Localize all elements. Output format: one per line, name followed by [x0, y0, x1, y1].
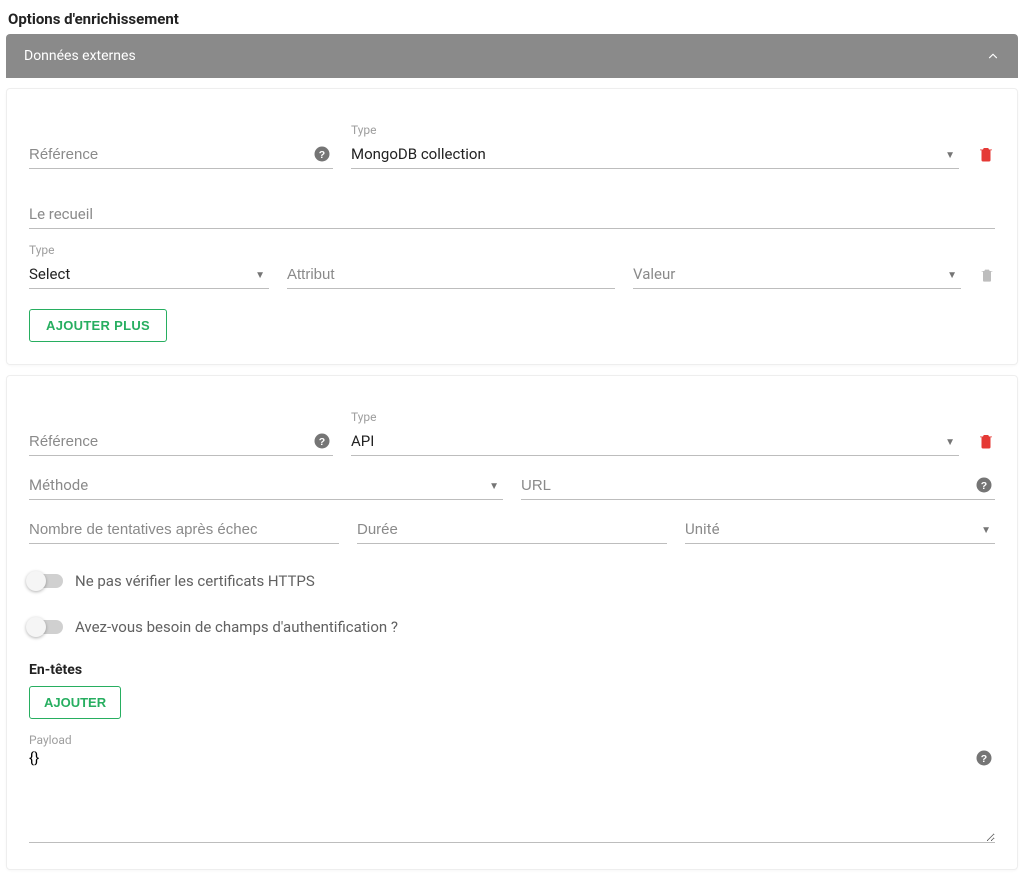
duration-input[interactable] — [357, 515, 667, 544]
svg-text:?: ? — [319, 436, 325, 448]
verify-https-toggle[interactable] — [29, 574, 63, 588]
payload-textarea[interactable] — [29, 747, 995, 843]
accordion-header-external-data[interactable]: Données externes — [6, 34, 1018, 78]
help-icon[interactable]: ? — [975, 476, 993, 494]
add-header-button[interactable]: AJOUTER — [29, 686, 121, 719]
collection-field: Le recueil — [29, 183, 995, 229]
reference-field: ? — [29, 140, 333, 169]
delete-icon[interactable] — [977, 432, 995, 450]
unit-select[interactable]: Unité — [685, 514, 995, 544]
type-label: Type — [351, 410, 959, 424]
page-title: Options d'enrichissement — [6, 0, 1018, 34]
filter-type-label: Type — [29, 243, 269, 257]
svg-text:?: ? — [981, 753, 987, 765]
help-icon[interactable]: ? — [313, 432, 331, 450]
retries-field — [29, 515, 339, 544]
help-icon[interactable]: ? — [313, 145, 331, 163]
collection-input[interactable]: Le recueil — [29, 183, 995, 229]
svg-text:?: ? — [981, 480, 987, 492]
reference-field: ? — [29, 427, 333, 456]
duration-field — [357, 515, 667, 544]
url-input[interactable] — [521, 471, 995, 500]
filter-attribute-input[interactable] — [287, 260, 615, 289]
type-select[interactable]: MongoDB collection — [351, 139, 959, 169]
type-select[interactable]: API — [351, 426, 959, 456]
chevron-up-icon — [986, 49, 1000, 63]
type-field: Type MongoDB collection ▼ — [351, 123, 959, 169]
payload-label: Payload — [29, 733, 995, 747]
auth-label: Avez-vous besoin de champs d'authentific… — [75, 618, 398, 636]
retries-input[interactable] — [29, 515, 339, 544]
enrichment-card-mongodb: ? Type MongoDB collection ▼ Le recueil T… — [6, 88, 1018, 365]
type-label: Type — [351, 123, 959, 137]
reference-input[interactable] — [29, 140, 333, 169]
filter-value-select[interactable]: Valeur — [633, 259, 961, 289]
add-more-button[interactable]: AJOUTER PLUS — [29, 309, 167, 342]
help-icon[interactable]: ? — [975, 749, 993, 767]
auth-toggle[interactable] — [29, 620, 63, 634]
svg-text:?: ? — [319, 149, 325, 161]
unit-field: Unité ▼ — [685, 514, 995, 544]
filter-type-field: Type Select ▼ — [29, 243, 269, 289]
filter-attribute-field — [287, 260, 615, 289]
filter-type-select[interactable]: Select — [29, 259, 269, 289]
delete-icon[interactable] — [977, 145, 995, 163]
headers-heading: En-têtes — [29, 662, 995, 678]
method-field: Méthode ▼ — [29, 470, 503, 500]
method-select[interactable]: Méthode — [29, 470, 503, 500]
delete-icon — [979, 267, 995, 283]
auth-toggle-row: Avez-vous besoin de champs d'authentific… — [29, 618, 995, 636]
verify-https-toggle-row: Ne pas vérifier les certificats HTTPS — [29, 572, 995, 590]
accordion-title: Données externes — [24, 48, 136, 64]
payload-field: ? — [29, 747, 995, 847]
enrichment-card-api: ? Type API ▼ Méthode ▼ ? — [6, 375, 1018, 870]
reference-input[interactable] — [29, 427, 333, 456]
filter-value-field: Valeur ▼ — [633, 259, 961, 289]
verify-https-label: Ne pas vérifier les certificats HTTPS — [75, 572, 315, 590]
url-field: ? — [521, 471, 995, 500]
type-field: Type API ▼ — [351, 410, 959, 456]
